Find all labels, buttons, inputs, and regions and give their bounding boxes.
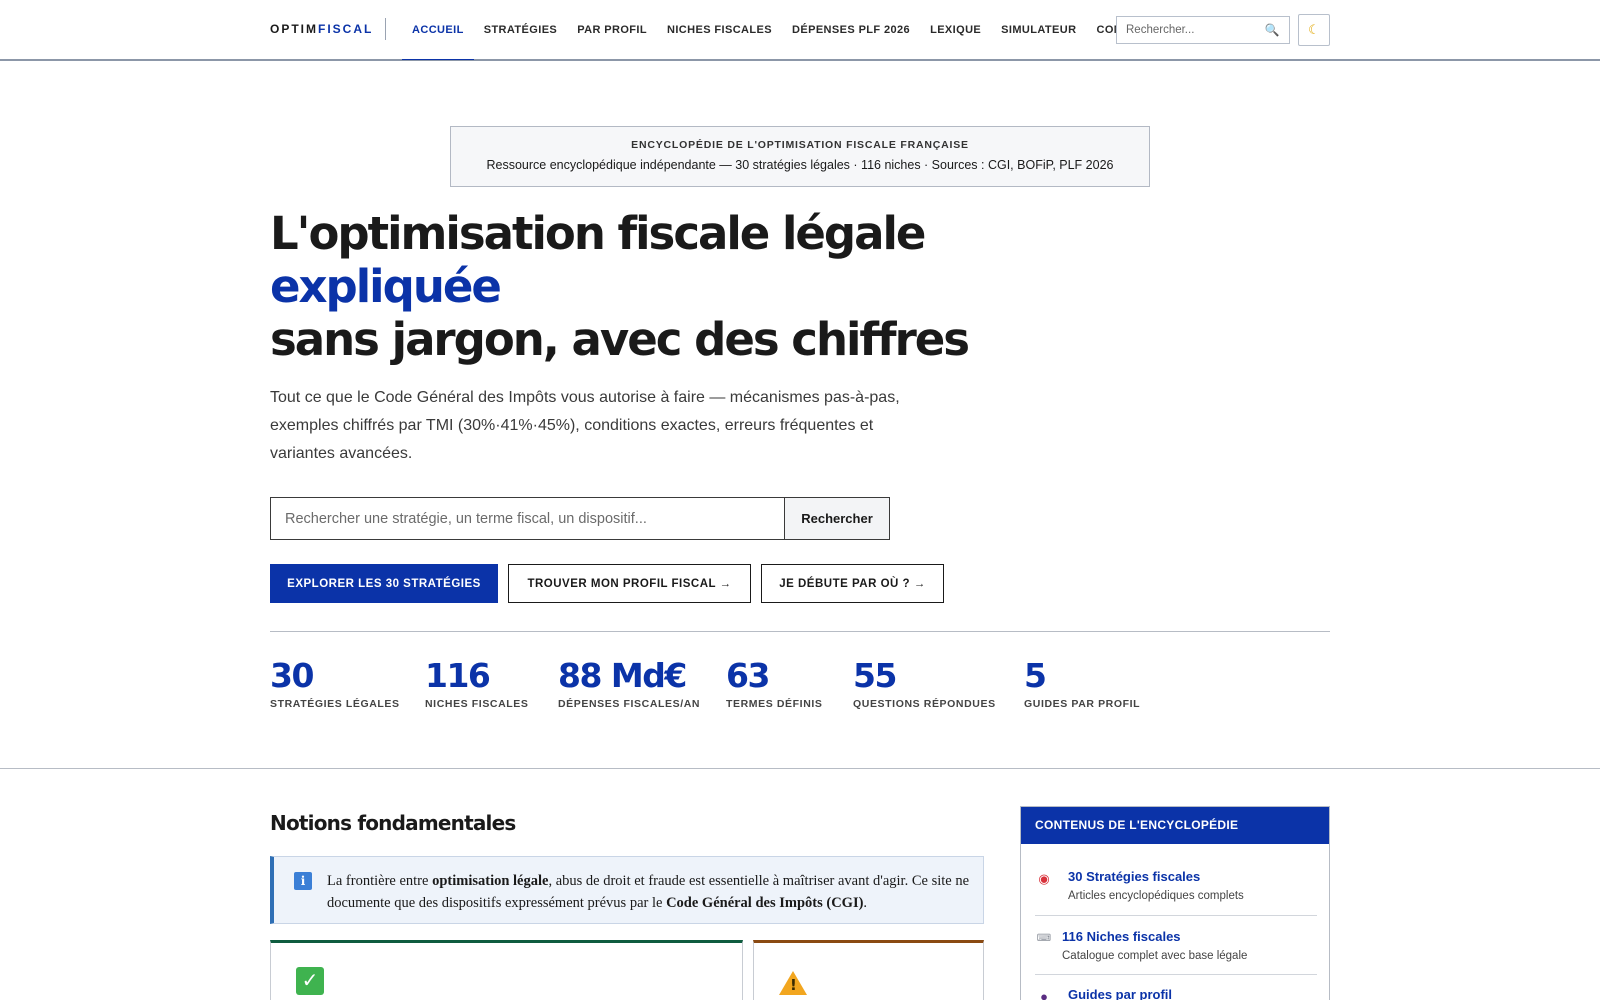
site-logo[interactable]: OPTIMFISCAL	[270, 22, 373, 36]
stat-value: 63	[726, 656, 770, 695]
notions-title: Notions fondamentales	[270, 811, 516, 835]
stat-value: 30	[270, 656, 314, 695]
contents-item-title[interactable]: 116 Niches fiscales	[1062, 929, 1181, 944]
contents-panel-title: CONTENUS DE L'ENCYCLOPÉDIE	[1021, 807, 1329, 844]
stat-guides: 5 GUIDES PAR PROFIL	[1024, 656, 1140, 710]
person-icon: ●	[1040, 989, 1048, 1000]
hero-search-input[interactable]	[271, 498, 784, 539]
target-icon: ◉	[1038, 871, 1050, 886]
top-navigation-bar: OPTIMFISCAL ACCUEIL STRATÉGIES PAR PROFI…	[0, 0, 1600, 61]
stat-value: 55	[853, 656, 897, 695]
stat-label: DÉPENSES FISCALES/AN	[558, 698, 701, 710]
contents-divider	[1035, 915, 1317, 916]
legal-optimization-card[interactable]: ✓	[270, 940, 743, 1000]
contents-item-niches[interactable]: ⌨ 116 Niches fiscales Catalogue complet …	[1035, 929, 1317, 969]
stat-niches: 116 NICHES FISCALES	[425, 656, 529, 710]
hero-search: Rechercher	[270, 497, 890, 540]
hero-title-line1: L'optimisation fiscale légale	[270, 207, 926, 260]
banner-kicker: ENCYCLOPÉDIE DE L'OPTIMISATION FISCALE F…	[631, 139, 969, 151]
explore-strategies-button[interactable]: EXPLORER LES 30 STRATÉGIES	[270, 564, 498, 603]
warning-icon	[779, 971, 807, 995]
info-icon: i	[294, 872, 312, 890]
where-to-start-button[interactable]: JE DÉBUTE PAR OÙ ? →	[761, 564, 944, 603]
main-nav-list: ACCUEIL STRATÉGIES PAR PROFIL NICHES FIS…	[402, 0, 1116, 60]
stat-depenses: 88 Md€ DÉPENSES FISCALES/AN	[558, 656, 700, 710]
stat-label: QUESTIONS RÉPONDUES	[853, 698, 996, 710]
logo-text-optim: OPTIM	[270, 22, 318, 36]
nav-item-strategies[interactable]: STRATÉGIES	[474, 0, 567, 60]
hero-title: L'optimisation fiscale légale expliquée …	[270, 207, 970, 366]
stat-label: NICHES FISCALES	[425, 698, 529, 710]
legal-info-callout: i La frontière entre optimisation légale…	[270, 856, 984, 924]
ticket-icon: ⌨	[1036, 933, 1052, 944]
warning-card[interactable]	[753, 940, 984, 1000]
stat-strategies: 30 STRATÉGIES LÉGALES	[270, 656, 400, 710]
encyclopedia-banner: ENCYCLOPÉDIE DE L'OPTIMISATION FISCALE F…	[450, 126, 1150, 187]
hero-title-line2: expliquée	[270, 260, 502, 313]
banner-text: Ressource encyclopédique indépendante — …	[486, 158, 1114, 172]
stat-questions: 55 QUESTIONS RÉPONDUES	[853, 656, 996, 710]
section-divider	[0, 768, 1600, 769]
logo-divider	[385, 18, 386, 40]
check-mark-icon: ✓	[296, 967, 324, 995]
stat-value: 116	[425, 656, 491, 695]
stat-termes: 63 TERMES DÉFINIS	[726, 656, 823, 710]
hero-search-button[interactable]: Rechercher	[784, 498, 889, 539]
logo-text-fiscal: FISCAL	[318, 22, 374, 36]
stat-value: 88 Md€	[558, 656, 687, 695]
info-text-part: .	[863, 895, 868, 911]
hero-subtitle: Tout ce que le Code Général des Impôts v…	[270, 389, 900, 462]
encyclopedia-contents-panel: CONTENUS DE L'ENCYCLOPÉDIE ◉ 30 Stratégi…	[1020, 806, 1330, 1000]
contents-item-desc: Articles encyclopédiques complets	[1068, 890, 1244, 902]
header-search: 🔍	[1116, 16, 1290, 44]
info-text-bold: Code Général des Impôts (CGI)	[666, 895, 864, 911]
nav-item-niches-fiscales[interactable]: NICHES FISCALES	[657, 0, 782, 60]
nav-item-comparateur[interactable]: COMPARATEUR	[1086, 0, 1116, 60]
magnifier-icon[interactable]: 🔍	[1257, 23, 1287, 37]
nav-item-par-profil[interactable]: PAR PROFIL	[567, 0, 657, 60]
main-nav: ACCUEIL STRATÉGIES PAR PROFIL NICHES FIS…	[402, 0, 1116, 60]
nav-item-lexique[interactable]: LEXIQUE	[920, 0, 991, 60]
contents-item-desc: Catalogue complet avec base légale	[1062, 950, 1248, 962]
contents-divider	[1035, 974, 1317, 975]
stat-label: GUIDES PAR PROFIL	[1024, 698, 1141, 710]
info-text-part: La frontière entre	[327, 873, 433, 889]
stats-divider	[270, 631, 1330, 632]
find-profile-button[interactable]: TROUVER MON PROFIL FISCAL →	[508, 564, 751, 603]
contents-item-strategies[interactable]: ◉ 30 Stratégies fiscales Articles encycl…	[1035, 869, 1317, 909]
stat-label: STRATÉGIES LÉGALES	[270, 698, 400, 710]
nav-item-depenses-plf[interactable]: DÉPENSES PLF 2026	[782, 0, 920, 60]
contents-item-guides[interactable]: ● Guides par profil	[1035, 987, 1317, 1000]
crescent-moon-icon: ☾	[1308, 22, 1320, 37]
hero-title-line3: sans jargon, avec des chiffres	[270, 313, 970, 366]
stat-value: 5	[1024, 656, 1047, 695]
nav-item-accueil[interactable]: ACCUEIL	[402, 0, 474, 60]
stat-label: TERMES DÉFINIS	[726, 698, 823, 710]
info-text: La frontière entre optimisation légale, …	[327, 870, 977, 914]
contents-item-title[interactable]: 30 Stratégies fiscales	[1068, 869, 1200, 884]
nav-item-simulateur[interactable]: SIMULATEUR	[991, 0, 1086, 60]
theme-toggle-button[interactable]: ☾	[1298, 14, 1330, 46]
header-search-input[interactable]	[1117, 17, 1257, 43]
info-text-bold: optimisation légale	[432, 873, 549, 889]
contents-item-title[interactable]: Guides par profil	[1068, 987, 1172, 1000]
